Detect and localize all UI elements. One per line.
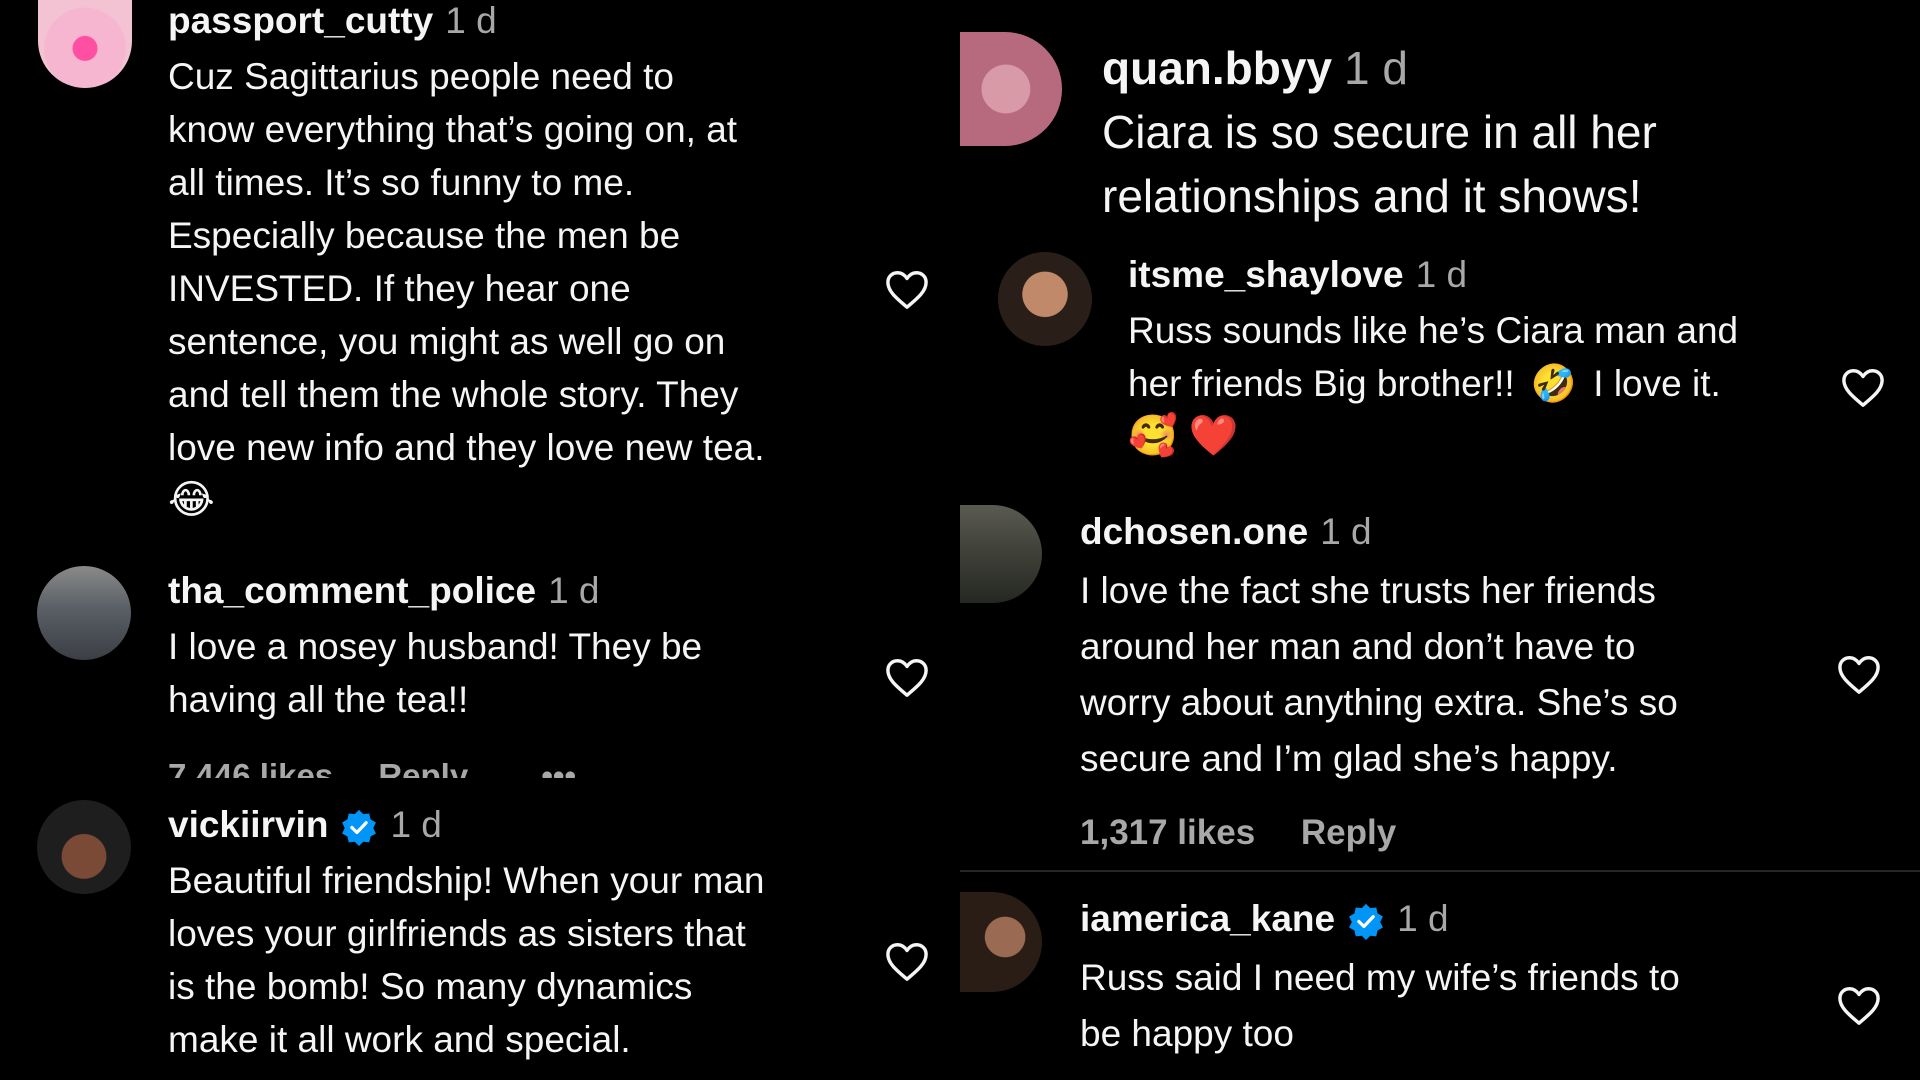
comment-line: Cuz Sagittarius people need to [168,56,675,97]
comment-line: sentence, you might as well go on [168,321,726,362]
comment-text: Russ said I need my wife’s friends to be… [1080,950,1680,1062]
comment-text: Beautiful friendship! When your man love… [168,854,764,1066]
comment-line: is the bomb! So many dynamics [168,966,693,1007]
comment-text: Ciara is so secure in all her relationsh… [1102,100,1657,228]
username[interactable]: tha_comment_police [168,570,536,611]
comment-line: secure and I’m glad she’s happy. [1080,738,1618,779]
comment-line: I love a nosey husband! They be [168,626,703,667]
heart-outline-icon[interactable] [884,656,930,698]
comment-iamerica-kane: iamerica_kane 1 d Russ said I need my wif… [960,880,1920,1080]
comment-line: all times. It’s so funny to me. [168,162,635,203]
reply-button[interactable]: Reply [1301,813,1396,852]
avatar[interactable] [37,566,131,660]
comment-text: I love the fact she trusts her friends a… [1080,563,1678,787]
more-options-icon[interactable]: ••• [541,757,576,778]
reply-itsme-shaylove: itsme_shaylove 1 d Russ sounds like he’s … [960,248,1920,505]
comment-line: Ciara is so secure in all her [1102,106,1657,158]
timestamp: 1 d [1344,42,1408,94]
heart-outline-icon[interactable] [1836,984,1882,1026]
left-panel: passport_cutty 1 d Cuz Sagittarius people… [0,0,960,1080]
comment-line: make it all work and special. [168,1019,631,1060]
comment-line: around her man and don’t have to [1080,626,1636,667]
avatar[interactable] [960,892,1042,992]
comment-header: passport_cutty 1 d [168,0,497,42]
comment-line: Especially because the men be [168,215,681,256]
heart-outline-icon[interactable] [884,268,930,310]
verified-badge-icon [342,810,377,847]
avatar[interactable] [38,0,132,88]
comment-passport-cutty: passport_cutty 1 d Cuz Sagittarius people… [0,0,960,540]
comment-line: Russ said I need my wife’s friends to [1080,957,1680,998]
divider [960,870,1920,872]
comment-quan-bbyy: quan.bbyy 1 d Ciara is so secure in all h… [960,0,1920,505]
comment-meta: 1,317 likes Reply [1080,813,1396,853]
comment-header: tha_comment_police 1 d [168,570,600,612]
timestamp: 1 d [1415,254,1468,295]
comment-header: dchosen.one 1 d [1080,511,1372,553]
comment-text: Russ sounds like he’s Ciara man and her … [1128,304,1738,463]
username[interactable]: quan.bbyy [1102,42,1332,94]
comment-line: Beautiful friendship! When your man [168,860,765,901]
verified-badge-icon [1349,904,1384,941]
username[interactable]: iamerica_kane [1080,898,1335,939]
heart-outline-icon[interactable] [1840,366,1886,408]
comment-line: relationships and it shows! [1102,170,1642,222]
timestamp: 1 d [548,570,600,611]
username[interactable]: itsme_shaylove [1128,254,1404,295]
timestamp: 1 d [1320,511,1372,552]
comment-text: Cuz Sagittarius people need to know ever… [168,50,765,527]
timestamp: 1 d [390,804,442,845]
likes-count[interactable]: 1,317 likes [1080,813,1255,852]
comment-line: having all the tea!! [168,679,469,720]
likes-count[interactable]: 7,446 likes [168,757,333,778]
comment-header: quan.bbyy 1 d [1102,42,1408,94]
comment-vickiirvin: vickiirvin 1 d Beautiful friendship! When… [0,790,960,1080]
comment-line: love new info and they love new tea. [168,427,765,468]
avatar[interactable] [998,252,1092,346]
comment-header: iamerica_kane 1 d [1080,898,1449,941]
username[interactable]: passport_cutty [168,0,433,41]
comment-line: Russ sounds like he’s Ciara man and [1128,310,1739,351]
comment-line: her friends Big brother!! 🤣 I love it. [1128,357,1738,410]
comment-text: I love a nosey husband! They be having a… [168,620,702,726]
comment-line: loves your girlfriends as sisters that [168,913,746,954]
comment-line: I love the fact she trusts her friends [1080,570,1656,611]
heart-outline-icon[interactable] [884,940,930,982]
heart-outline-icon[interactable] [1836,653,1882,695]
avatar[interactable] [37,800,131,894]
comment-header: vickiirvin 1 d [168,804,442,847]
right-panel: quan.bbyy 1 d Ciara is so secure in all h… [960,0,1920,1080]
comment-header: itsme_shaylove 1 d [1128,254,1467,296]
comment-meta: 7,446 likes Reply ••• [168,756,628,778]
avatar[interactable] [960,32,1062,146]
username[interactable]: vickiirvin [168,804,328,845]
comment-line: INVESTED. If they hear one [168,268,631,309]
comment-line: be happy too [1080,1013,1294,1054]
comment-tha-comment-police: tha_comment_police 1 d I love a nosey hus… [0,556,960,778]
username[interactable]: dchosen.one [1080,511,1308,552]
timestamp: 1 d [1397,898,1449,939]
reply-button[interactable]: Reply [378,757,468,778]
emoji: 🤣 [1530,363,1577,404]
comment-line: know everything that’s going on, at [168,109,738,150]
comment-segment: I love it. [1593,363,1721,404]
comment-line: and tell them the whole story. They [168,374,739,415]
emoji: 😂 [168,478,215,522]
avatar[interactable] [960,505,1042,603]
comment-dchosen-one: dchosen.one 1 d I love the fact she trust… [960,505,1920,870]
timestamp: 1 d [445,0,497,41]
comment-segment: her friends Big brother!! [1128,363,1515,404]
comment-line: worry about anything extra. She’s so [1080,682,1678,723]
emoji: 🥰 ❤️ [1128,414,1239,458]
